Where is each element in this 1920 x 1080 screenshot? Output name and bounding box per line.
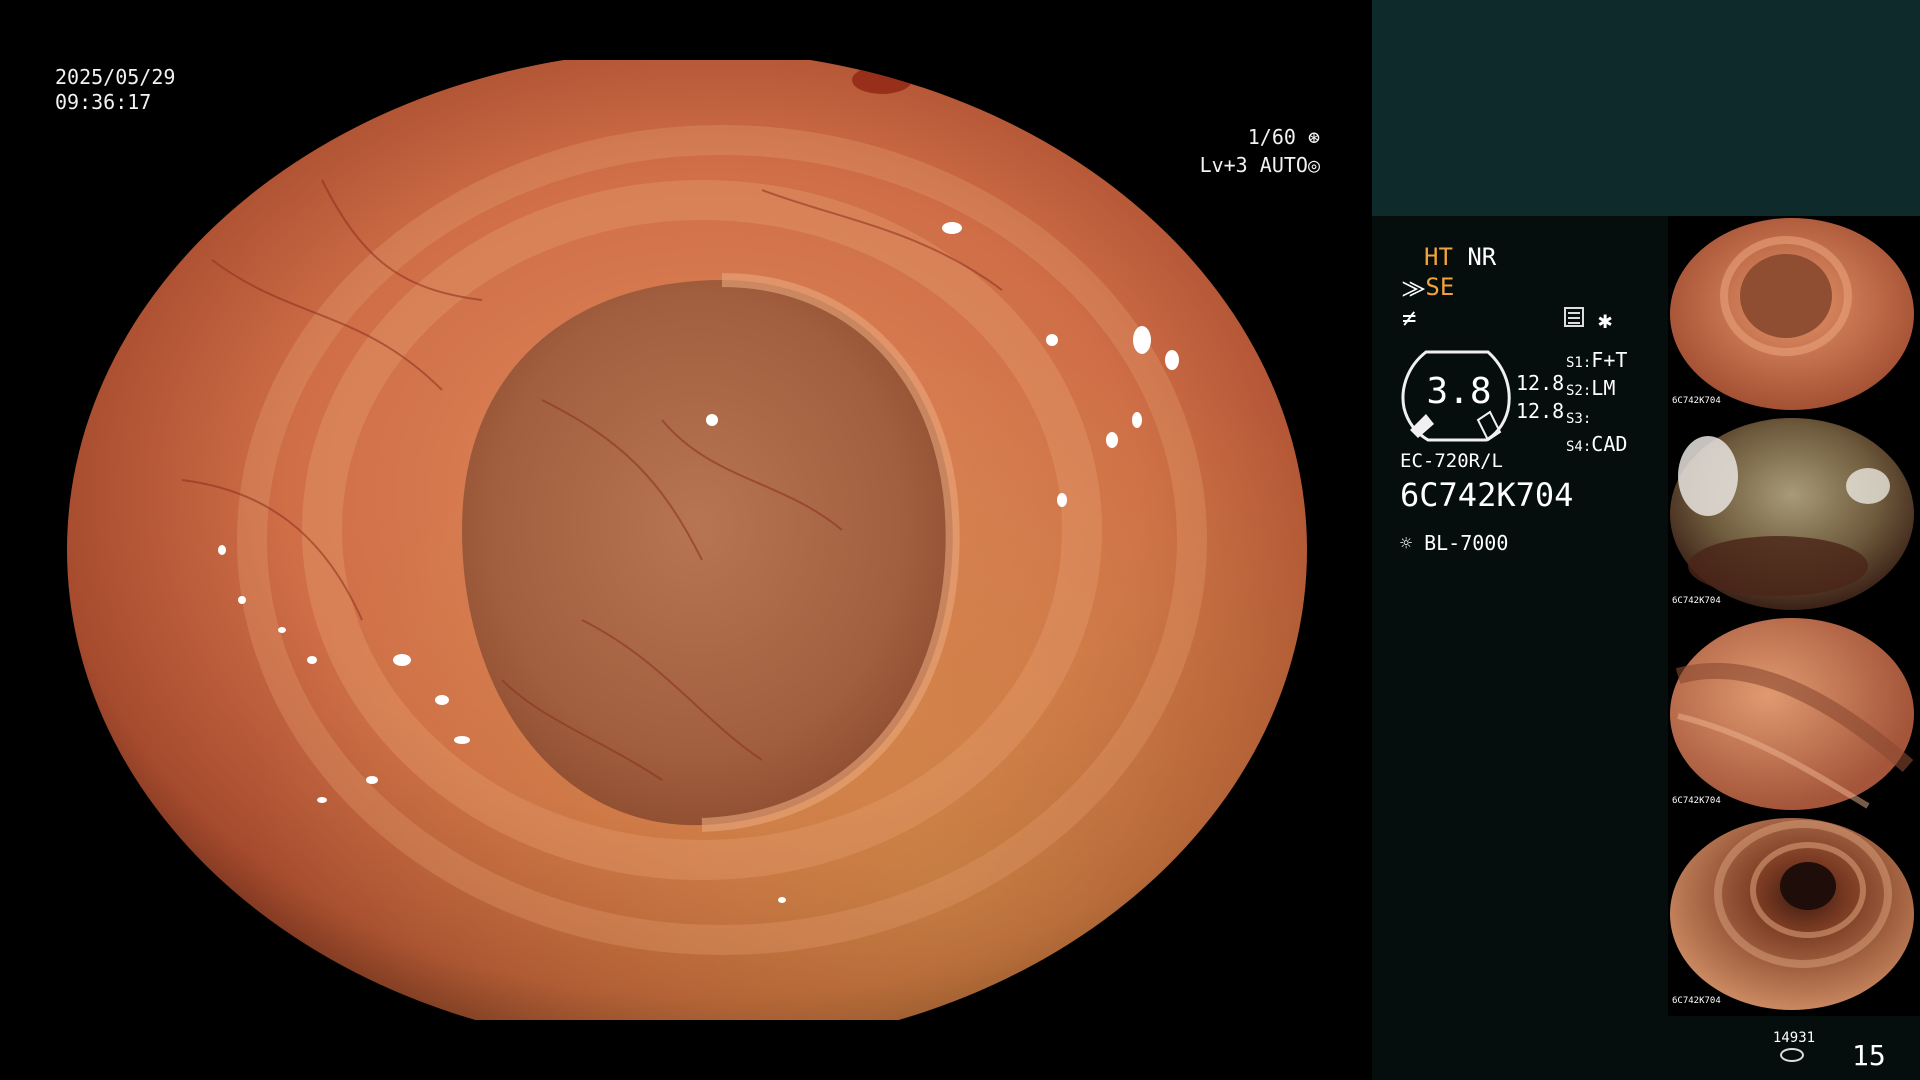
exposure-readout: Lv+3 AUTO◎	[1150, 126, 1320, 204]
light-source-readout: ☼ BL-7000	[1400, 530, 1508, 556]
storage-count: 14931	[1772, 1030, 1816, 1046]
exposure-level: Lv+3	[1199, 153, 1248, 177]
se-label: SE	[1425, 273, 1455, 301]
light-source-icon: ☼	[1400, 531, 1413, 555]
switch-4: S4:CAD	[1566, 432, 1628, 456]
thumbnail-4-label: 6C742K704	[1672, 996, 1721, 1006]
thumbnail-1[interactable]: 6C742K704	[1668, 216, 1920, 416]
thumbnail-2[interactable]: 6C742K704	[1668, 416, 1920, 616]
switch-3: S3:	[1566, 411, 1592, 427]
image-count: 15	[1852, 1039, 1886, 1072]
thumbnail-3[interactable]: 6C742K704	[1668, 616, 1920, 816]
switch-2: S2:LM	[1566, 376, 1616, 400]
value-1: 12.8	[1516, 371, 1565, 395]
value-2: 12.8	[1516, 399, 1565, 423]
endoscope-image	[67, 60, 1307, 1020]
switch-assignments: S1:F+T S2:LM S3: S4:CAD	[1566, 348, 1627, 460]
thumbnail-3-label: 6C742K704	[1672, 796, 1721, 806]
scope-serial: 6C742K704	[1400, 476, 1574, 514]
exposure-mode: AUTO	[1259, 153, 1308, 177]
color-mode-icon: ≠	[1402, 304, 1417, 332]
scope-model: EC-720R/L	[1400, 450, 1503, 472]
menu-list-icon	[1564, 307, 1584, 327]
asterisk-icon: ✱	[1598, 306, 1613, 334]
ht-nr-indicator: HT NR	[1424, 243, 1496, 271]
thumbnail-4[interactable]: 6C742K704	[1668, 816, 1920, 1016]
date-readout: 2025/05/29	[55, 65, 176, 89]
switch-1: S1:F+T	[1566, 348, 1628, 372]
side-panel-header-area	[1372, 0, 1920, 216]
thumbnail-2-label: 6C742K704	[1672, 596, 1721, 606]
structure-enhance-icon: ⨠	[1402, 276, 1426, 300]
se-indicator: ⨠SE	[1402, 273, 1454, 302]
zoom-value: 3.8	[1426, 371, 1492, 412]
storage-icon	[1780, 1048, 1804, 1062]
thumbnail-1-label: 6C742K704	[1672, 396, 1721, 406]
ht-label: HT	[1424, 243, 1453, 271]
time-readout: 09:36:17	[55, 90, 152, 114]
nr-label: NR	[1467, 243, 1497, 271]
iris-icon: ◎	[1307, 153, 1320, 177]
main-endoscope-view: 2025/05/29 09:36:17 1/60 ⊛ Lv+3 AUTO◎	[0, 0, 1372, 1080]
light-source-model: BL-7000	[1424, 531, 1509, 555]
